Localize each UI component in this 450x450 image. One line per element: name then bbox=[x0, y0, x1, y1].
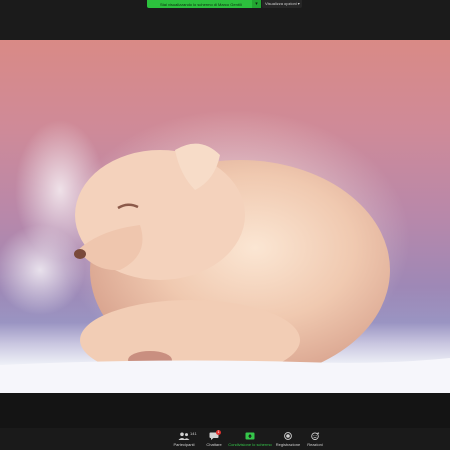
participants-button[interactable]: 141 Partecipanti bbox=[168, 428, 200, 450]
top-bar: Stai visualizzando lo schermo di Marco G… bbox=[0, 0, 450, 40]
chat-button[interactable]: 1 Chattare bbox=[202, 428, 226, 450]
meeting-toolbar: 141 Partecipanti 1 Chattare Condivisione… bbox=[0, 428, 450, 450]
chat-unread-badge: 1 bbox=[216, 430, 221, 435]
share-banner-dropdown-icon[interactable]: ▾ bbox=[252, 0, 261, 8]
chat-label: Chattare bbox=[206, 442, 222, 447]
participants-label: Partecipanti bbox=[173, 442, 195, 447]
record-button[interactable]: Registrazione bbox=[274, 428, 302, 450]
screen-share-banner[interactable]: Stai visualizzando lo schermo di Marco G… bbox=[147, 0, 261, 8]
share-screen-button[interactable]: Condivisione lo schermo bbox=[228, 428, 272, 450]
view-options-button[interactable]: Visualizza opzioni▾ bbox=[262, 0, 302, 8]
view-options-caret-icon: ▾ bbox=[297, 1, 300, 6]
reactions-icon bbox=[308, 431, 322, 441]
share-screen-icon bbox=[243, 431, 257, 441]
arctic-fox-photo bbox=[0, 40, 450, 393]
record-label: Registrazione bbox=[275, 442, 301, 447]
people-icon: 141 bbox=[177, 431, 197, 441]
share-screen-label: Condivisione lo schermo bbox=[228, 442, 272, 447]
reactions-button[interactable]: Reazioni bbox=[304, 428, 326, 450]
chat-icon: 1 bbox=[207, 430, 221, 441]
view-options-label: Visualizza opzioni bbox=[265, 1, 297, 6]
record-icon bbox=[281, 431, 295, 441]
share-banner-text: Stai visualizzando lo schermo di Marco G… bbox=[160, 1, 242, 7]
participants-count: 141 bbox=[190, 431, 197, 436]
shared-screen-content bbox=[0, 40, 450, 393]
reactions-label: Reazioni bbox=[307, 442, 323, 447]
